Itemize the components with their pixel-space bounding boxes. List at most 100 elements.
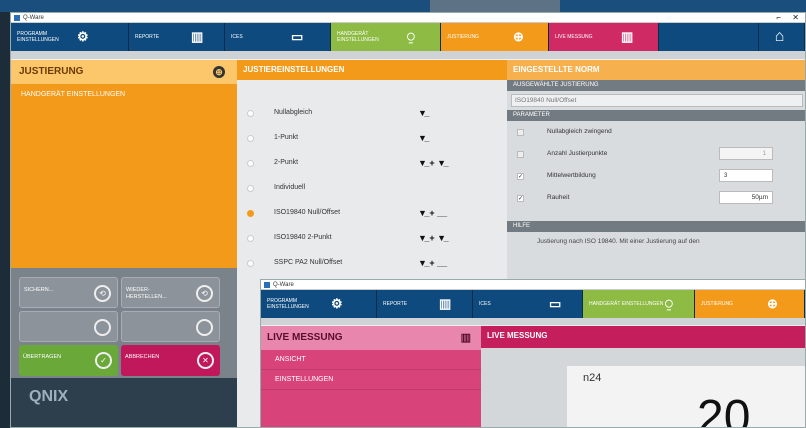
window-title: Q-Ware [23, 15, 44, 21]
section-header: PARAMETER [507, 110, 805, 121]
radio-button[interactable] [247, 110, 254, 117]
nav-live-messung[interactable]: LIVE MESSUNG ▥ [549, 23, 659, 51]
checkbox-nullabgleich[interactable] [517, 129, 524, 136]
nav-label: HANDGERÄT EINSTELLUNGEN [337, 31, 379, 43]
uebertragen-button[interactable]: ÜBERTRAGEN ✓ [19, 345, 118, 376]
restore-icon: ⟲ [196, 285, 213, 302]
reading-box: n24 20 [567, 366, 805, 427]
radio-button[interactable] [247, 210, 254, 217]
justierung-header: JUSTIERUNG ⊕ [11, 60, 237, 84]
wiederherstellen-button[interactable]: WIEDER-HERSTELLEN... ⟲ [121, 277, 220, 308]
empty-button-left [19, 311, 118, 342]
folder-icon: ▭ [549, 296, 562, 311]
restore-icon: ⟲ [94, 285, 111, 302]
handgeraet-einstellungen-item[interactable]: HANDGERÄT EINSTELLUNGEN [11, 84, 237, 106]
empty-button-right [121, 311, 220, 342]
calibration-symbol: ▼̲ [418, 133, 427, 143]
menu-item-ansicht[interactable]: ANSICHT [261, 350, 481, 370]
nav-label: ICES [231, 34, 243, 40]
device-icon: ⍜ [407, 29, 415, 44]
calibration-symbol: ▼̲ + __ [418, 208, 448, 218]
radio-button[interactable] [247, 185, 254, 192]
nav-reporte[interactable]: REPORTE ▥ [377, 290, 473, 318]
live-messung-panel: LIVE MESSUNG n24 20 [481, 326, 805, 427]
button-label: SICHERN... [24, 287, 54, 293]
checkbox-rauheit[interactable]: ✓ [517, 195, 524, 202]
nav-divider [261, 317, 805, 325]
selected-norm-field[interactable]: ISO19840 Null/Offset [511, 94, 803, 107]
param-list: Nullabgleich zwingend Anzahl Justierpunk… [507, 121, 805, 221]
panel-header: JUSTIEREINSTELLUNGEN [237, 60, 507, 80]
device-icon: ⍜ [665, 296, 673, 311]
param-label: Nullabgleich zwingend [547, 128, 612, 135]
front-window: Q-Ware PROGRAMM EINSTELLUNGEN ⚙ REPORTE … [260, 279, 806, 428]
minimize-icon[interactable]: ⌐ [776, 13, 781, 23]
app-icon [14, 15, 20, 21]
justierung-panel: JUSTIERUNG ⊕ HANDGERÄT EINSTELLUNGEN [11, 60, 237, 268]
app-icon [264, 282, 270, 288]
option-label: SSPC PA2 Null/Offset [274, 259, 343, 266]
option-label: Nullabgleich [274, 109, 313, 116]
nav-label: JUSTIERUNG [701, 301, 733, 307]
calibration-symbol: ▼̲ [418, 108, 427, 118]
front-nav: PROGRAMM EINSTELLUNGEN ⚙ REPORTE ▥ ICES … [261, 290, 805, 318]
sichern-button[interactable]: SICHERN... ⟲ [19, 277, 118, 308]
menu-item-einstellungen[interactable]: EINSTELLUNGEN [261, 370, 481, 390]
nav-justierung[interactable]: JUSTIERUNG ⊕ [441, 23, 549, 51]
anzahl-select[interactable]: 1 [719, 147, 773, 160]
desktop-top-strip [0, 0, 806, 12]
nav-justierung[interactable]: JUSTIERUNG ⊕ [695, 290, 805, 318]
live-icon: ▥ [621, 29, 634, 44]
radio-button[interactable] [247, 235, 254, 242]
nav-label: REPORTE [135, 34, 160, 40]
param-label: Rauheit [547, 194, 570, 201]
radio-button[interactable] [247, 260, 254, 267]
button-label: ÜBERTRAGEN [23, 354, 62, 360]
target-icon: ⊕ [767, 296, 778, 311]
folder-icon: ▭ [291, 29, 304, 44]
abbrechen-button[interactable]: ABBRECHEN ✕ [121, 345, 220, 376]
panel-title: JUSTIERUNG [19, 66, 84, 77]
brand-bar: QNIX [11, 378, 237, 427]
close-icon[interactable]: ✕ [792, 13, 799, 23]
calibration-symbol: ▼̲ + ▼̲ [418, 233, 447, 243]
nav-label: LIVE MESSUNG [555, 34, 593, 40]
option-label: Individuell [274, 184, 306, 191]
nav-label: PROGRAMM EINSTELLUNGEN [267, 298, 309, 310]
home-button[interactable]: ⌂ [759, 23, 805, 51]
help-text: Justierung nach ISO 19840. Mit einer Jus… [537, 238, 700, 245]
nav-label: ICES [479, 301, 491, 307]
nav-reporte[interactable]: REPORTE ▥ [129, 23, 225, 51]
nav-ices[interactable]: ICES ▭ [225, 23, 331, 51]
nav-label: HANDGERÄT EINSTELLUNGEN [589, 301, 664, 307]
target-icon: ⊕ [513, 29, 524, 44]
checkbox-anzahl[interactable] [517, 151, 524, 158]
gear-icon: ⚙ [77, 29, 89, 44]
nav-label: PROGRAMM EINSTELLUNGEN [17, 31, 59, 43]
action-button-area: SICHERN... ⟲ WIEDER-HERSTELLEN... ⟲ ÜBER… [11, 268, 237, 378]
checkbox-mittelwert[interactable]: ✓ [517, 173, 524, 180]
panel-title: LIVE MESSUNG [267, 332, 343, 343]
radio-button[interactable] [247, 135, 254, 142]
radio-button[interactable] [247, 160, 254, 167]
nav-handgeraet-einstellungen[interactable]: HANDGERÄT EINSTELLUNGEN ⍜ [331, 23, 441, 51]
calibration-symbol: ▼̲ + ▼̲ [418, 158, 447, 168]
mittelwert-select[interactable]: 3 [719, 169, 773, 182]
section-header: AUSGEWÄHLTE JUSTIERUNG [507, 80, 805, 91]
close-icon: ✕ [197, 352, 214, 369]
empty-icon [94, 319, 111, 336]
nav-handgeraet-einstellungen[interactable]: HANDGERÄT EINSTELLUNGEN ⍜ [583, 290, 695, 318]
nav-ices[interactable]: ICES ▭ [473, 290, 583, 318]
live-icon: ▥ [460, 332, 471, 344]
nav-label: REPORTE [383, 301, 408, 307]
param-label: Mittelwertbildung [547, 172, 596, 179]
window-title: Q-Ware [273, 282, 294, 288]
rauheit-input[interactable]: 50µm [719, 191, 773, 204]
nav-programm-einstellungen[interactable]: PROGRAMM EINSTELLUNGEN ⚙ [261, 290, 377, 318]
live-messung-menu: LIVE MESSUNG ▥ ANSICHT EINSTELLUNGEN [261, 326, 481, 427]
gear-icon: ⚙ [331, 296, 343, 311]
nav-programm-einstellungen[interactable]: PROGRAMM EINSTELLUNGEN ⚙ [11, 23, 129, 51]
target-icon: ⊕ [213, 66, 225, 78]
option-label: ISO19840 2-Punkt [274, 234, 332, 241]
section-header: HILFE [507, 221, 805, 232]
